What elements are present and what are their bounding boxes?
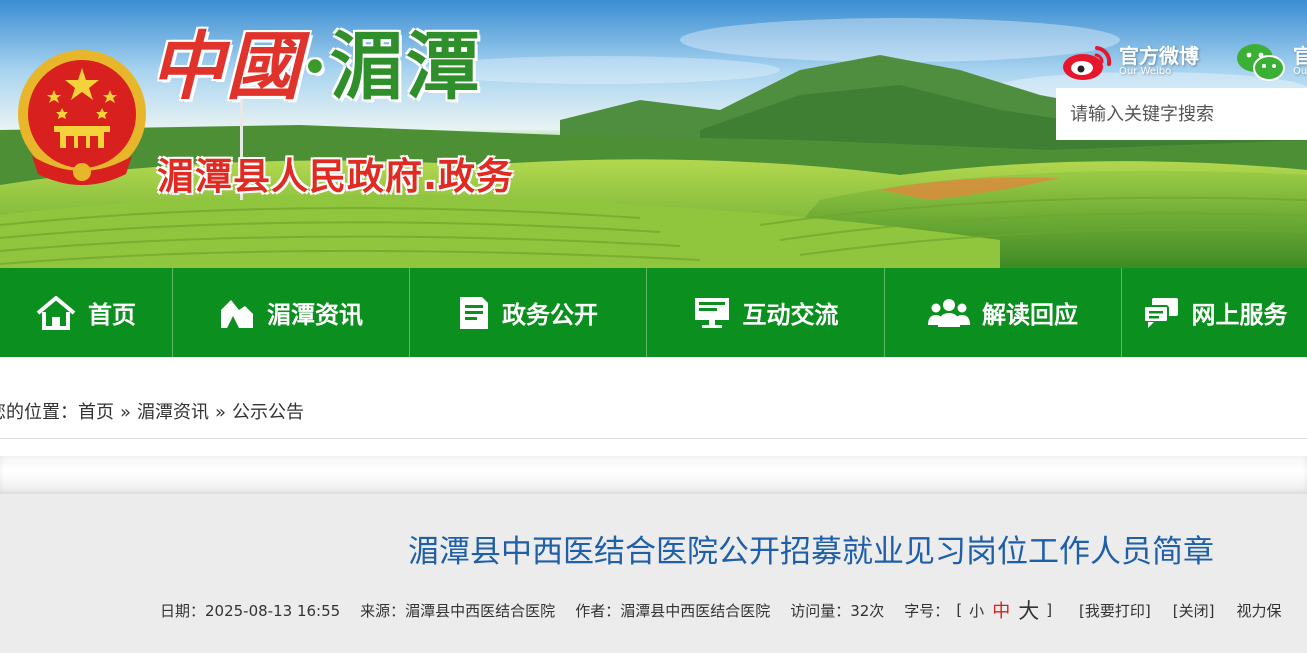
logo-text-meitan: 湄潭 bbox=[329, 24, 482, 110]
article-date: 日期：2025-08-13 16:55 bbox=[160, 601, 341, 620]
nav-item-gov-affairs[interactable]: 政务公开 bbox=[410, 268, 647, 357]
nav-item-interpretation[interactable]: 解读回应 bbox=[885, 268, 1122, 357]
font-large-button[interactable]: 大 bbox=[1018, 595, 1039, 625]
content-top-shadow bbox=[0, 456, 1307, 494]
font-size-label: 字号： bbox=[904, 601, 950, 620]
wechat-icon bbox=[1237, 44, 1285, 81]
nav-item-home[interactable]: 首页 bbox=[0, 268, 173, 357]
breadcrumb-news[interactable]: 湄潭资讯 bbox=[137, 402, 209, 423]
wechat-link[interactable]: 官 Ou bbox=[1235, 40, 1307, 84]
monitor-icon bbox=[694, 297, 729, 328]
article-panel bbox=[0, 494, 1307, 653]
nav-label-interaction: 互动交流 bbox=[742, 301, 839, 329]
font-small-button[interactable]: 小 bbox=[969, 600, 984, 621]
nav-item-interaction[interactable]: 互动交流 bbox=[647, 268, 885, 357]
weibo-label: 官方微博 bbox=[1119, 44, 1199, 69]
article-meta: 日期：2025-08-13 16:55 来源：湄潭县中西医结合医院 作者：湄潭县… bbox=[160, 595, 1304, 625]
search-input[interactable] bbox=[1056, 88, 1307, 140]
article-visits: 访问量：32次 bbox=[790, 601, 885, 620]
close-button[interactable]: [关闭] bbox=[1173, 600, 1215, 621]
document-icon bbox=[460, 296, 488, 329]
weibo-icon bbox=[1063, 46, 1112, 80]
main-nav: 首页 湄潭资讯 政务公开 互动交流 解读回应 网上服务 bbox=[0, 268, 1307, 357]
font-size-control: 字号： [ 小 中 大 ] bbox=[904, 595, 1059, 625]
users-icon bbox=[928, 298, 970, 327]
wechat-label: 官 bbox=[1293, 44, 1307, 69]
font-medium-button[interactable]: 中 bbox=[992, 597, 1010, 623]
vision-protect-button[interactable]: 视力保 bbox=[1236, 600, 1281, 621]
nav-item-news[interactable]: 湄潭资讯 bbox=[173, 268, 410, 357]
divider bbox=[0, 438, 1307, 439]
bracket-open: [ bbox=[956, 601, 963, 619]
nav-label-interpretation: 解读回应 bbox=[982, 301, 1078, 329]
nav-label-gov-affairs: 政务公开 bbox=[502, 301, 598, 329]
chat-icon bbox=[1142, 297, 1178, 328]
wechat-sublabel: Ou bbox=[1293, 66, 1307, 78]
logo-dot: · bbox=[302, 24, 330, 110]
logo-text-china: 中國 bbox=[150, 24, 302, 110]
weibo-link[interactable]: 官方微博 Our Weibo bbox=[1061, 40, 1199, 84]
nav-label-online-service: 网上服务 bbox=[1191, 301, 1288, 329]
breadcrumb-prefix: 您的位置： bbox=[0, 402, 78, 423]
nav-label-home: 首页 bbox=[88, 301, 136, 329]
nav-label-news: 湄潭资讯 bbox=[267, 301, 363, 329]
breadcrumb-notice[interactable]: 公示公告 bbox=[232, 402, 304, 423]
nav-item-online-service[interactable]: 网上服务 bbox=[1122, 268, 1307, 357]
weibo-sublabel: Our Weibo bbox=[1119, 66, 1172, 78]
article-title: 湄潭县中西医结合医院公开招募就业见习岗位工作人员简章 bbox=[408, 534, 1214, 570]
article-source: 来源：湄潭县中西医结合医院 bbox=[360, 601, 556, 620]
breadcrumb-separator: » bbox=[120, 402, 132, 423]
home-icon bbox=[36, 295, 76, 330]
breadcrumb-separator: » bbox=[215, 402, 227, 423]
site-logo-title[interactable]: 中國·湄潭 bbox=[150, 30, 482, 104]
breadcrumb: 您的位置：首页»湄潭资讯»公示公告 bbox=[0, 398, 304, 424]
breadcrumb-home[interactable]: 首页 bbox=[78, 402, 114, 423]
national-emblem-icon bbox=[18, 50, 146, 185]
print-button[interactable]: [我要打印] bbox=[1079, 600, 1151, 621]
news-icon bbox=[221, 299, 253, 328]
article-author: 作者：湄潭县中西医结合医院 bbox=[575, 601, 771, 620]
site-subtitle: 湄潭县人民政府.政务 bbox=[157, 155, 515, 198]
header-banner: 中國·湄潭 湄潭县人民政府.政务 官方微博 Our Weibo 官 Ou bbox=[0, 0, 1307, 268]
bracket-close: ] bbox=[1046, 601, 1053, 619]
